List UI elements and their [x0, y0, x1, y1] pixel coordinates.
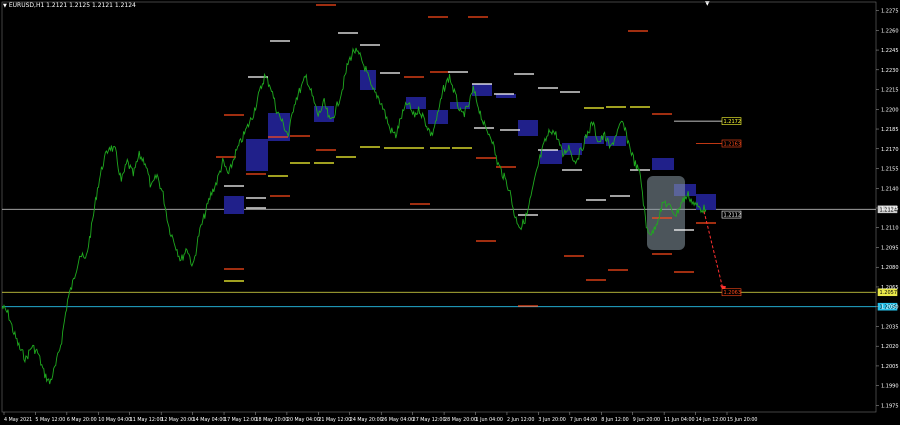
x-axis-label: 8 Jun 12:00: [601, 417, 628, 423]
y-axis-label: 1.1975: [881, 403, 899, 409]
y-axis-label: 1.2200: [881, 107, 899, 113]
x-axis-label: 1 Jun 04:00: [476, 417, 503, 423]
x-axis-label: 24 May 20:00: [350, 417, 383, 423]
zone-box[interactable]: [540, 150, 562, 164]
y-axis-label: 1.2035: [881, 324, 899, 330]
x-axis-label: 3 Jun 20:00: [538, 417, 565, 423]
x-axis-label: 7 Jun 04:00: [570, 417, 597, 423]
price-chart[interactable]: 1.21721.21631.21121.2063 1.20571.20361.21…: [0, 0, 900, 425]
zone-box[interactable]: [696, 194, 716, 210]
x-axis-label: 14 Jun 12:00: [696, 417, 726, 423]
y-axis-label: 1.2110: [881, 226, 899, 232]
zone-box[interactable]: [518, 120, 538, 136]
zone-box[interactable]: [224, 196, 244, 214]
y-axis-label: 1.2125: [881, 206, 899, 212]
x-axis-label: 6 May 20:00: [67, 417, 97, 423]
price-tag-label: 1.2112: [724, 213, 742, 219]
x-axis-label: 18 May 20:00: [255, 417, 288, 423]
x-axis-label: 4 May 2021: [4, 417, 32, 423]
x-axis-label: 9 Jun 20:00: [633, 417, 660, 423]
x-axis-label: 14 May 04:00: [193, 417, 226, 423]
y-axis-label: 1.2020: [881, 344, 899, 350]
price-series-line[interactable]: [1, 47, 707, 385]
y-axis-label: 1.2095: [881, 245, 899, 251]
x-axis-label: 2 Jun 12:00: [507, 417, 534, 423]
y-axis-label: 1.2140: [881, 186, 899, 192]
x-axis-label: 5 May 12:00: [35, 417, 65, 423]
price-tag-label: 1.2057: [880, 290, 898, 296]
x-axis-label: 17 May 12:00: [224, 417, 257, 423]
y-axis-label: 1.2260: [881, 28, 899, 34]
y-axis-label: 1.2230: [881, 68, 899, 74]
highlight-region[interactable]: [647, 176, 685, 250]
x-axis-label: 21 May 12:00: [318, 417, 351, 423]
zone-box[interactable]: [314, 106, 334, 122]
y-axis-label: 1.2215: [881, 88, 899, 94]
y-axis-label: 1.2275: [881, 9, 899, 15]
x-axis-label: 12 May 20:00: [161, 417, 194, 423]
price-tag-label: 1.2063: [724, 290, 742, 296]
x-axis-label: 26 May 04:00: [381, 417, 414, 423]
zone-box[interactable]: [246, 139, 268, 171]
zone-box[interactable]: [652, 158, 674, 170]
y-axis-label: 1.2050: [881, 305, 899, 311]
y-axis-label: 1.2065: [881, 285, 899, 291]
y-axis-label: 1.2170: [881, 147, 899, 153]
plot-frame: [1, 1, 877, 413]
price-tag-label: 1.2172: [724, 119, 742, 125]
x-axis-label: 27 May 12:00: [413, 417, 446, 423]
y-axis-label: 1.2005: [881, 364, 899, 370]
x-axis-label: 11 May 12:00: [130, 417, 163, 423]
zone-box[interactable]: [450, 102, 470, 109]
x-axis-label: 10 May 04:00: [98, 417, 131, 423]
x-axis-label: 20 May 04:00: [287, 417, 320, 423]
y-axis-label: 1.2185: [881, 127, 899, 133]
x-axis-label: 15 Jun 20:00: [727, 417, 757, 423]
x-axis-label: 11 Jun 04:00: [664, 417, 694, 423]
y-axis-label: 1.1990: [881, 384, 899, 390]
y-axis-label: 1.2080: [881, 265, 899, 271]
x-axis-label: 28 May 20:00: [444, 417, 477, 423]
y-axis-label: 1.2245: [881, 48, 899, 54]
zone-box[interactable]: [472, 84, 492, 96]
y-axis-label: 1.2155: [881, 167, 899, 173]
price-tag-label: 1.2163: [724, 142, 742, 148]
